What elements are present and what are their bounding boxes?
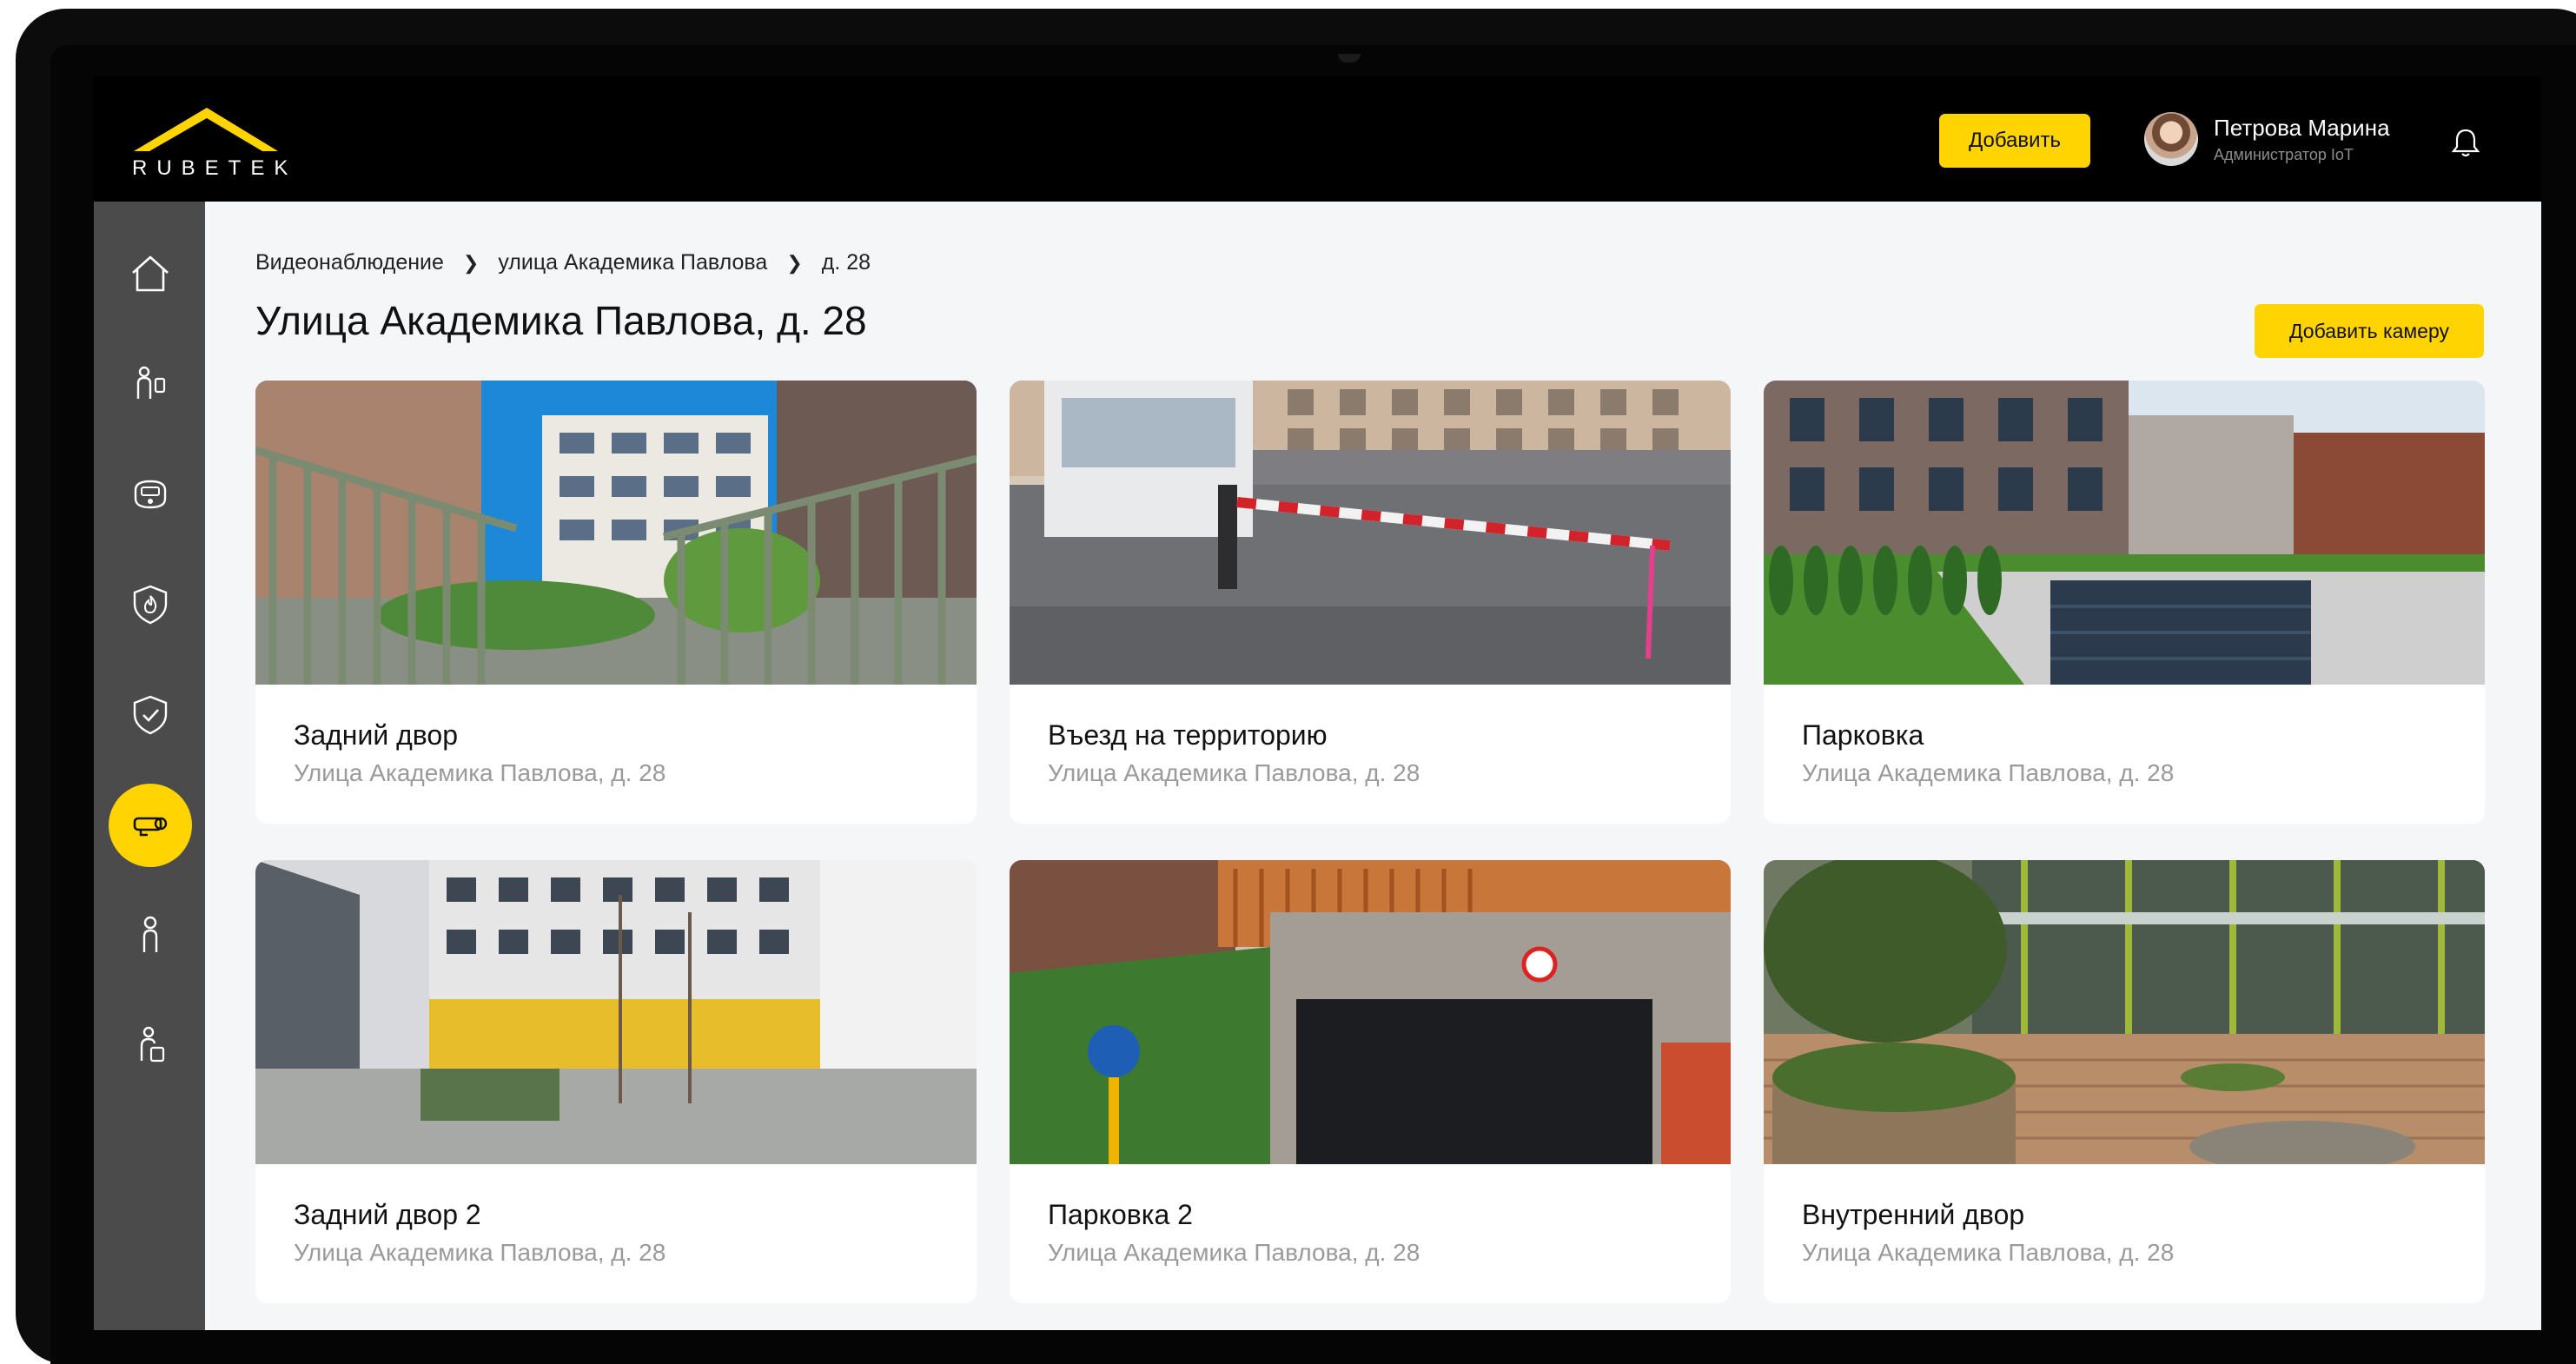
camera-address: Улица Академика Павлова, д. 28 — [294, 1239, 666, 1266]
logo-text: RUBETEK — [132, 156, 298, 180]
cctv-camera-icon — [133, 817, 168, 837]
camera-preview-image — [1764, 860, 2485, 1164]
camera-preview-image — [1010, 381, 1731, 685]
sidebar-item-meter[interactable] — [109, 453, 192, 536]
breadcrumb: Видеонаблюдение ❯ улица Академика Павлов… — [255, 250, 871, 275]
camera-title: Внутренний двор — [1802, 1199, 2025, 1230]
add-button[interactable]: Добавить — [1939, 114, 2090, 168]
shield-check-icon — [133, 695, 168, 735]
camera-title: Парковка — [1802, 719, 1924, 751]
camera-card-parking[interactable]: Парковка Улица Академика Павлова, д. 28 — [1764, 381, 2485, 824]
camera-address: Улица Академика Павлова, д. 28 — [1048, 759, 1420, 786]
camera-card-entrance[interactable]: Въезд на территорию Улица Академика Павл… — [1010, 381, 1731, 824]
main-content: Видеонаблюдение ❯ улица Академика Павлов… — [205, 202, 2541, 1330]
camera-title: Задний двор — [294, 719, 459, 751]
meter-icon — [134, 480, 167, 509]
camera-preview-image — [1010, 860, 1731, 1164]
camera-card-inner-yard[interactable]: Внутренний двор Улица Академика Павлова,… — [1764, 860, 2485, 1303]
page-title: Улица Академика Павлова, д. 28 — [255, 298, 867, 343]
camera-card-backyard-2[interactable]: Задний двор 2 Улица Академика Павлова, д… — [255, 860, 977, 1303]
camera-address: Улица Академика Павлова, д. 28 — [1048, 1239, 1420, 1266]
top-bar: RUBETEK Добавить Петрова Марина Админист… — [94, 76, 2541, 202]
camera-preview-image — [255, 381, 977, 685]
sidebar-item-home[interactable] — [109, 232, 192, 315]
camera-title: Задний двор 2 — [294, 1199, 481, 1230]
sidebar-item-fire-safety[interactable] — [109, 563, 192, 646]
camera-preview-image — [255, 860, 977, 1164]
person-icon — [142, 916, 158, 952]
breadcrumb-item-street[interactable]: улица Академика Павлова — [498, 250, 767, 275]
breadcrumb-item-house: д. 28 — [821, 250, 871, 275]
camera-card-parking-2[interactable]: Парковка 2 Улица Академика Павлова, д. 2… — [1010, 860, 1731, 1303]
shield-fire-icon — [133, 585, 168, 625]
user-role: Администратор IoT — [2214, 146, 2354, 163]
chevron-right-icon: ❯ — [462, 251, 480, 274]
camera-preview-image — [1764, 381, 2485, 685]
sidebar-item-intercom[interactable] — [109, 342, 192, 426]
home-icon — [132, 255, 169, 292]
camera-address: Улица Академика Павлова, д. 28 — [1802, 759, 2175, 786]
person-device-icon — [140, 1026, 165, 1063]
logo-roof-icon — [134, 108, 278, 151]
sidebar-item-video[interactable] — [109, 784, 192, 867]
user-name: Петрова Марина — [2214, 115, 2390, 141]
sidebar-item-security[interactable] — [109, 673, 192, 757]
breadcrumb-item-video[interactable]: Видеонаблюдение — [255, 250, 444, 275]
avatar[interactable] — [2144, 112, 2198, 166]
sidebar-item-person[interactable] — [109, 894, 192, 977]
chevron-right-icon: ❯ — [786, 251, 803, 274]
rubetek-logo[interactable]: RUBETEK — [132, 104, 288, 182]
camera-title: Въезд на территорию — [1048, 719, 1328, 751]
sidebar-item-person-device[interactable] — [109, 1004, 192, 1088]
app-screen: RUBETEK Добавить Петрова Марина Админист… — [94, 76, 2541, 1330]
camera-title: Парковка 2 — [1048, 1199, 1193, 1230]
sidebar — [94, 202, 205, 1330]
intercom-icon — [136, 366, 166, 399]
camera-address: Улица Академика Павлова, д. 28 — [1802, 1239, 2175, 1266]
add-camera-button[interactable]: Добавить камеру — [2255, 304, 2484, 358]
bell-icon[interactable] — [2448, 125, 2483, 160]
camera-address: Улица Академика Павлова, д. 28 — [294, 759, 666, 786]
camera-card-backyard[interactable]: Задний двор Улица Академика Павлова, д. … — [255, 381, 977, 824]
